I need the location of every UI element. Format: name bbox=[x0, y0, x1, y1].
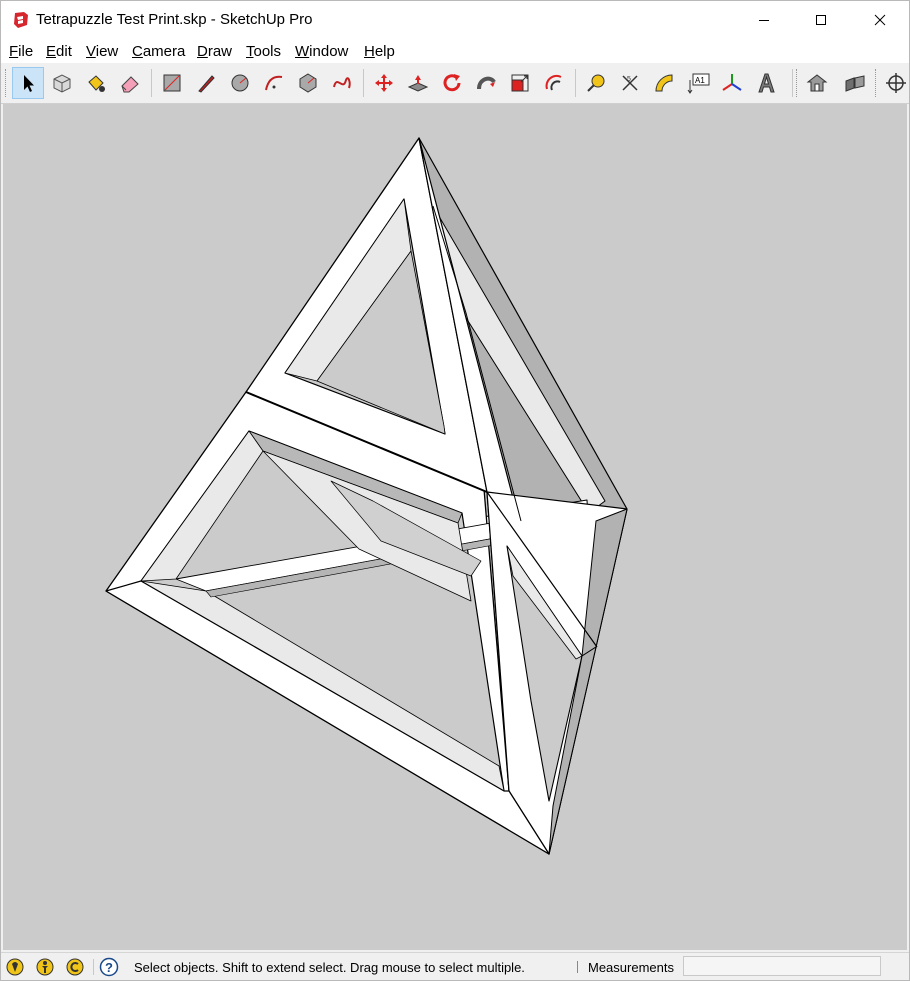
warehouse-button[interactable] bbox=[801, 67, 833, 99]
toolbar-grip[interactable] bbox=[5, 69, 9, 97]
text-tool-button[interactable]: A1 bbox=[682, 67, 714, 99]
svg-text:A1: A1 bbox=[695, 76, 705, 85]
menu-tools[interactable]: Tools bbox=[246, 43, 281, 60]
svg-text:?: ? bbox=[105, 960, 113, 975]
menu-camera[interactable]: Camera bbox=[132, 43, 185, 60]
credits-icon[interactable] bbox=[35, 957, 55, 977]
toolbar-separator bbox=[575, 69, 576, 97]
dimension-icon: 5 bbox=[622, 75, 638, 91]
menu-bar: File Edit View Camera Draw Tools Window … bbox=[1, 39, 909, 63]
make-component-button[interactable] bbox=[46, 67, 78, 99]
menu-file[interactable]: File bbox=[9, 43, 33, 60]
circle-icon bbox=[231, 74, 249, 92]
main-toolbar: 5 A1 bbox=[1, 63, 909, 104]
offset-icon bbox=[545, 74, 562, 91]
eraser-button[interactable] bbox=[114, 67, 146, 99]
minimize-icon bbox=[759, 20, 769, 21]
title-bar: Tetrapuzzle Test Print.skp - SketchUp Pr… bbox=[1, 1, 909, 39]
eraser-icon bbox=[121, 76, 139, 93]
status-bar: ? Select objects. Shift to extend select… bbox=[1, 952, 909, 980]
tape-measure-icon bbox=[587, 74, 605, 92]
scale-tool-button[interactable] bbox=[504, 67, 536, 99]
minimize-button[interactable] bbox=[735, 1, 793, 39]
paint-bucket-icon bbox=[88, 75, 105, 92]
status-separator bbox=[93, 959, 94, 975]
scale-icon bbox=[511, 74, 529, 92]
select-tool-button[interactable] bbox=[12, 67, 44, 99]
arc-tool-button[interactable] bbox=[258, 67, 290, 99]
tape-measure-tool-button[interactable] bbox=[580, 67, 612, 99]
status-separator bbox=[577, 961, 578, 973]
push-pull-tool-button[interactable] bbox=[402, 67, 434, 99]
toolbar-grip[interactable] bbox=[796, 69, 800, 97]
follow-me-icon bbox=[477, 76, 496, 90]
freehand-icon bbox=[333, 77, 351, 89]
sketchup-window: Tetrapuzzle Test Print.skp - SketchUp Pr… bbox=[0, 0, 910, 981]
close-button[interactable] bbox=[851, 1, 909, 39]
menu-window[interactable]: Window bbox=[295, 43, 348, 60]
orbit-tool-button[interactable] bbox=[880, 67, 909, 99]
license-icon[interactable] bbox=[65, 957, 85, 977]
status-message: Select objects. Shift to extend select. … bbox=[134, 960, 525, 975]
menu-view[interactable]: View bbox=[86, 43, 118, 60]
3d-text-icon bbox=[758, 73, 775, 93]
circle-tool-button[interactable] bbox=[224, 67, 256, 99]
warehouse-icon bbox=[806, 74, 828, 92]
line-tool-button[interactable] bbox=[190, 67, 222, 99]
toolbar-separator bbox=[363, 69, 364, 97]
menu-edit[interactable]: Edit bbox=[46, 43, 72, 60]
rectangle-icon bbox=[163, 74, 181, 92]
model-viewport[interactable] bbox=[3, 104, 907, 950]
follow-me-tool-button[interactable] bbox=[470, 67, 502, 99]
freehand-tool-button[interactable] bbox=[326, 67, 358, 99]
protractor-icon bbox=[655, 74, 673, 92]
select-icon bbox=[24, 75, 34, 92]
menu-help[interactable]: Help bbox=[364, 43, 395, 60]
dimension-tool-button[interactable]: 5 bbox=[614, 67, 646, 99]
rotate-icon bbox=[443, 74, 461, 92]
toolbar-grip[interactable] bbox=[875, 69, 879, 97]
svg-text:5: 5 bbox=[627, 76, 631, 83]
arc-icon bbox=[265, 75, 283, 91]
menu-draw[interactable]: Draw bbox=[197, 43, 232, 60]
axes-icon bbox=[722, 74, 742, 91]
toolbar-separator bbox=[792, 69, 793, 97]
measurements-input[interactable] bbox=[683, 956, 881, 976]
help-icon[interactable]: ? bbox=[99, 957, 119, 977]
close-icon bbox=[874, 14, 886, 26]
offset-tool-button[interactable] bbox=[538, 67, 570, 99]
measurements-label: Measurements bbox=[588, 960, 674, 975]
paint-bucket-button[interactable] bbox=[80, 67, 112, 99]
move-tool-button[interactable] bbox=[368, 67, 400, 99]
window-title: Tetrapuzzle Test Print.skp - SketchUp Pr… bbox=[36, 11, 313, 28]
protractor-tool-button[interactable] bbox=[648, 67, 680, 99]
polygon-tool-button[interactable] bbox=[292, 67, 324, 99]
3d-text-tool-button[interactable] bbox=[750, 67, 782, 99]
orbit-icon bbox=[886, 73, 906, 93]
rectangle-tool-button[interactable] bbox=[156, 67, 188, 99]
move-icon bbox=[375, 74, 393, 92]
line-icon bbox=[198, 75, 215, 93]
sketchup-logo-icon bbox=[14, 12, 28, 28]
axes-tool-button[interactable] bbox=[716, 67, 748, 99]
tetrahedron-frame-model bbox=[105, 137, 628, 855]
extension-warehouse-button[interactable] bbox=[839, 67, 871, 99]
push-pull-icon bbox=[407, 75, 429, 92]
maximize-icon bbox=[816, 15, 826, 25]
toolbar-separator bbox=[151, 69, 152, 97]
make-component-icon bbox=[53, 74, 71, 93]
geo-location-icon[interactable] bbox=[5, 957, 25, 977]
maximize-button[interactable] bbox=[792, 1, 850, 39]
rotate-tool-button[interactable] bbox=[436, 67, 468, 99]
polygon-icon bbox=[299, 73, 317, 93]
extension-warehouse-icon bbox=[845, 75, 865, 92]
text-icon: A1 bbox=[687, 73, 710, 94]
